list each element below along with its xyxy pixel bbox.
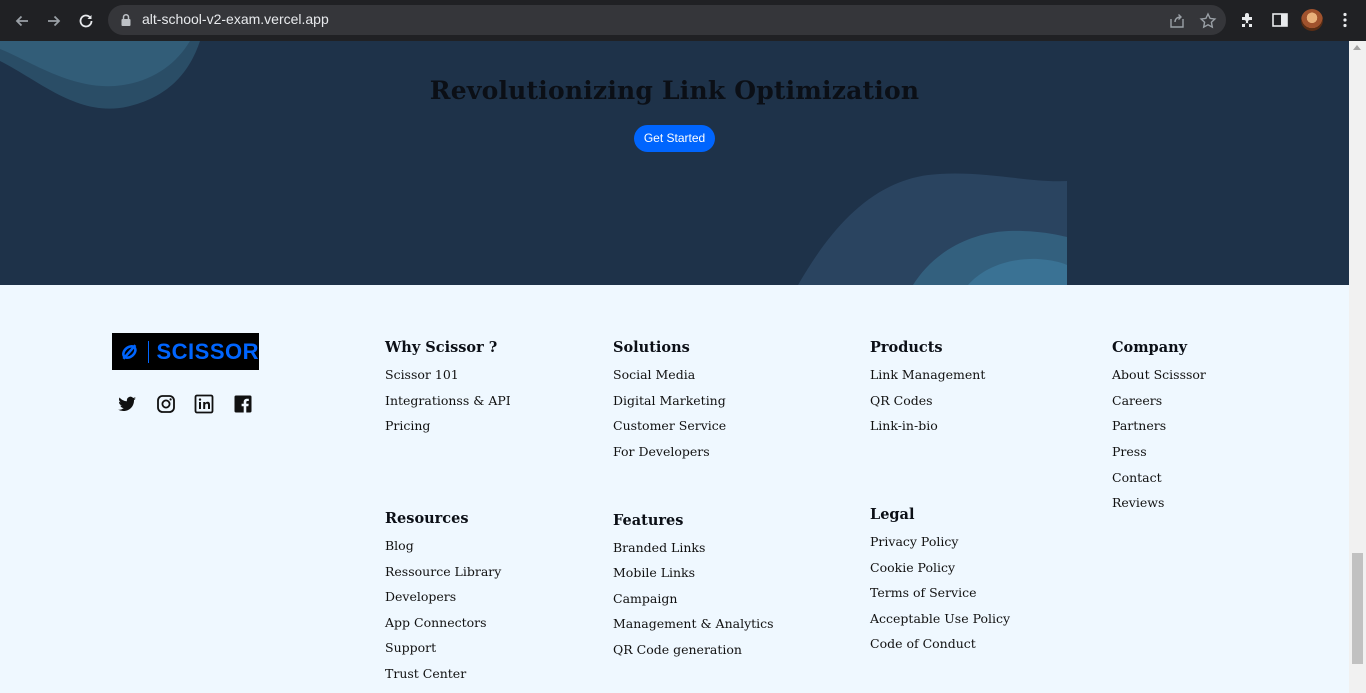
hero-title: Revolutionizing Link Optimization [429,76,920,105]
resources-heading: Resources [385,510,469,527]
footer-link[interactable]: Pricing [385,418,430,433]
footer-link[interactable]: Social Media [613,367,695,382]
footer-link[interactable]: Trust Center [385,666,466,681]
footer-link[interactable]: Reviews [1112,495,1164,510]
decorative-wave-bottom-right [798,173,1067,285]
footer-link[interactable]: Ressource Library [385,564,501,579]
footer-link[interactable]: Link-in-bio [870,418,938,433]
footer-link[interactable]: Campaign [613,591,677,606]
footer-link[interactable]: Scissor 101 [385,367,459,382]
company-heading: Company [1112,339,1188,356]
footer-link[interactable]: Terms of Service [870,585,977,600]
lock-icon[interactable] [120,13,132,27]
url-text: alt-school-v2-exam.vercel.app [142,11,329,27]
side-panel-icon[interactable] [1271,11,1289,29]
footer-link[interactable]: Press [1112,444,1147,459]
reload-icon[interactable] [74,9,98,33]
browser-toolbar: alt-school-v2-exam.vercel.app [0,0,1366,41]
logo-wordmark: SCISSOR [156,338,259,364]
linkedin-icon[interactable] [194,394,214,414]
footer-link[interactable]: Integrationss & API [385,393,511,408]
footer-link[interactable]: QR Code generation [613,642,742,657]
scroll-up-arrow-icon[interactable] [1353,45,1361,50]
link-logo-icon [122,343,137,360]
forward-icon[interactable] [42,9,66,33]
footer-link[interactable]: QR Codes [870,393,933,408]
footer-link[interactable]: App Connectors [385,615,487,630]
back-icon[interactable] [10,9,34,33]
cta-banner: Revolutionizing Link Optimization Get St… [0,41,1349,285]
footer-link[interactable]: Contact [1112,470,1162,485]
footer-link[interactable]: Cookie Policy [870,560,955,575]
get-started-button[interactable]: Get Started [634,125,715,152]
page-scrollbar[interactable] [1349,41,1366,693]
address-bar[interactable]: alt-school-v2-exam.vercel.app [108,5,1226,35]
avatar[interactable] [1301,9,1323,31]
star-icon[interactable] [1199,12,1217,30]
scissor-logo[interactable]: SCISSOR [112,333,259,370]
legal-heading: Legal [870,506,915,523]
footer-link[interactable]: Digital Marketing [613,393,726,408]
logo-divider [147,340,150,363]
share-icon[interactable] [1168,12,1186,30]
footer-link[interactable]: Mobile Links [613,565,695,580]
footer-link[interactable]: For Developers [613,444,710,459]
scroll-thumb[interactable] [1352,553,1363,664]
solutions-heading: Solutions [613,339,690,356]
menu-icon[interactable] [1336,11,1354,29]
products-heading: Products [870,339,943,356]
footer-link[interactable]: Careers [1112,393,1162,408]
footer-link[interactable]: Support [385,640,436,655]
footer-link[interactable]: Customer Service [613,418,726,433]
footer-link[interactable]: Developers [385,589,456,604]
footer-link[interactable]: About Scisssor [1112,367,1206,382]
features-heading: Features [613,512,684,529]
footer-link[interactable]: Code of Conduct [870,636,976,651]
instagram-icon[interactable] [156,394,176,414]
footer-link[interactable]: Acceptable Use Policy [870,611,1010,626]
footer-link[interactable]: Branded Links [613,540,705,555]
footer-link[interactable]: Blog [385,538,414,553]
facebook-icon[interactable] [233,394,253,414]
footer-link[interactable]: Management & Analytics [613,616,774,631]
footer-link[interactable]: Privacy Policy [870,534,958,549]
why-scissor-heading: Why Scissor ? [385,339,498,356]
footer-link[interactable]: Partners [1112,418,1166,433]
extensions-icon[interactable] [1239,11,1257,29]
twitter-icon[interactable] [117,394,137,414]
footer-link[interactable]: Link Management [870,367,985,382]
